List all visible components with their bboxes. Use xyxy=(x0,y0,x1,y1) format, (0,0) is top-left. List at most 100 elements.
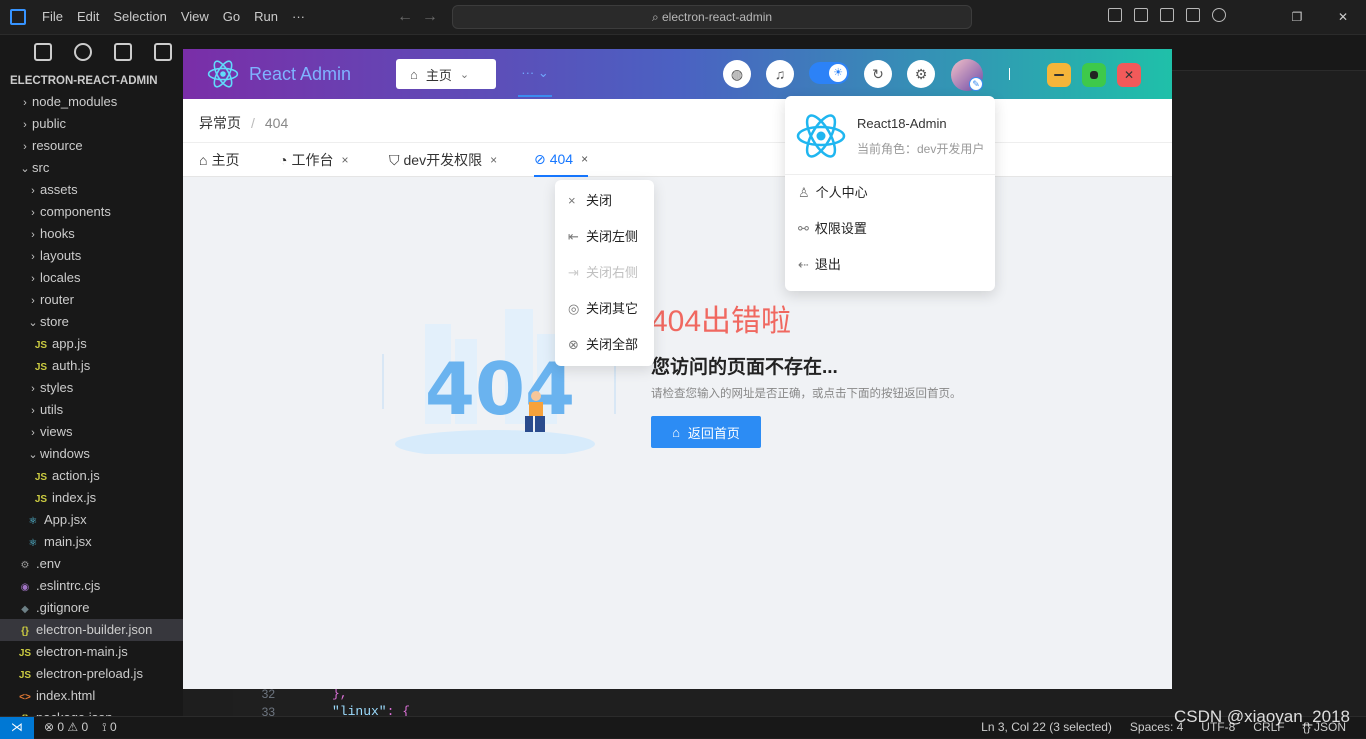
vscode-window-controls: ❐ ✕ xyxy=(1274,0,1366,34)
close-button[interactable]: ✕ xyxy=(1117,63,1141,87)
tree-item[interactable]: ⌄ windows xyxy=(0,443,183,465)
theme-toggle[interactable]: ☀ xyxy=(809,62,849,84)
tree-item[interactable]: › views xyxy=(0,421,183,443)
tab-404[interactable]: ⊘ 404 × xyxy=(534,142,589,177)
nav-arrows[interactable]: ← → xyxy=(397,8,438,26)
tree-item-label: electron-builder.json xyxy=(36,622,153,637)
js-file-icon: JS xyxy=(34,494,48,505)
tree-item[interactable]: › router xyxy=(0,289,183,311)
menu-edit[interactable]: Edit xyxy=(77,9,99,24)
close-icon[interactable]: × xyxy=(341,143,348,177)
menu-go[interactable]: Go xyxy=(223,9,240,24)
tree-item[interactable]: ⌄ src xyxy=(0,157,183,179)
ports-indicator[interactable]: ⟟ 0 xyxy=(102,717,116,738)
tree-item[interactable]: ⚛ App.jsx xyxy=(0,509,183,531)
tree-item[interactable]: › layouts xyxy=(0,245,183,267)
tree-item-label: router xyxy=(40,292,74,307)
tab-dev-permission[interactable]: ⛉ dev开发权限 × xyxy=(389,143,497,177)
tree-item[interactable]: ◆ .gitignore xyxy=(0,597,183,619)
settings-icon[interactable]: ⚙ xyxy=(907,60,935,88)
tree-item[interactable]: JS electron-main.js xyxy=(0,641,183,663)
remote-indicator-icon[interactable]: ⋊ xyxy=(0,717,34,739)
menu-selection[interactable]: Selection xyxy=(113,9,166,24)
tree-item-label: action.js xyxy=(52,468,100,483)
toggle-sidebar-icon[interactable] xyxy=(1108,8,1122,22)
tree-item[interactable]: JS action.js xyxy=(0,465,183,487)
menu-permissions[interactable]: ⚯ 权限设置 xyxy=(785,211,995,247)
menu-more[interactable]: ··· xyxy=(292,9,305,24)
chevron-right-icon: › xyxy=(23,119,27,131)
chevron-down-icon: ⌄ xyxy=(537,65,549,80)
ctx-close-left[interactable]: ⇤ 关闭左侧 xyxy=(555,221,654,257)
restore-icon[interactable]: ❐ xyxy=(1274,0,1320,34)
tree-item[interactable]: ⚙ .env xyxy=(0,553,183,575)
home-icon: ⌂ xyxy=(672,424,680,440)
watermark: CSDN @xiaoyan_2018 xyxy=(1173,707,1350,726)
tab-workbench[interactable]: ◔ 工作台 × xyxy=(279,143,348,177)
back-home-button[interactable]: ⌂ 返回首页 xyxy=(651,416,761,448)
toggle-panel-icon[interactable] xyxy=(1134,8,1148,22)
ctx-close-all[interactable]: ⊗ 关闭全部 xyxy=(555,329,654,365)
close-window-icon[interactable]: ✕ xyxy=(1320,0,1366,34)
tree-item[interactable]: JS index.js xyxy=(0,487,183,509)
code-editor[interactable]: }, "linux": { xyxy=(300,685,1000,719)
language-globe-icon[interactable]: ◍ xyxy=(723,60,751,88)
tree-item[interactable]: {} electron-builder.json xyxy=(0,619,183,641)
source-control-icon[interactable] xyxy=(114,43,132,61)
extensions-icon[interactable] xyxy=(154,43,172,61)
ctx-close-others[interactable]: ◎ 关闭其它 xyxy=(555,293,654,329)
tree-item-label: views xyxy=(40,424,73,439)
menu-label: 退出 xyxy=(814,257,841,272)
tree-item[interactable]: ⌄ store xyxy=(0,311,183,333)
ctx-label: 关闭全部 xyxy=(586,337,639,352)
tree-item[interactable]: › node_modules xyxy=(0,91,183,113)
tree-item[interactable]: › styles xyxy=(0,377,183,399)
menu-run[interactable]: Run xyxy=(254,9,278,24)
refresh-icon[interactable]: ↻ xyxy=(864,60,892,88)
tree-item[interactable]: › public xyxy=(0,113,183,135)
problems-indicator[interactable]: ⊗ 0 ⚠ 0 xyxy=(44,717,88,738)
breadcrumb-item[interactable]: 异常页 xyxy=(199,115,241,131)
tree-item[interactable]: › components xyxy=(0,201,183,223)
cursor-position[interactable]: Ln 3, Col 22 (3 selected) xyxy=(981,717,1112,738)
tree-item[interactable]: JS electron-preload.js xyxy=(0,663,183,685)
close-icon[interactable]: × xyxy=(490,143,497,177)
tree-item[interactable]: › hooks xyxy=(0,223,183,245)
tree-item[interactable]: JS app.js xyxy=(0,333,183,355)
tree-item[interactable]: ◉ .eslintrc.cjs xyxy=(0,575,183,597)
menu-file[interactable]: File xyxy=(42,9,63,24)
tree-item-label: public xyxy=(32,116,66,131)
tree-item[interactable]: › resource xyxy=(0,135,183,157)
settings-gear-icon[interactable] xyxy=(1212,8,1226,22)
chevron-right-icon: › xyxy=(31,185,35,197)
tree-item[interactable]: › locales xyxy=(0,267,183,289)
ctx-close[interactable]: × 关闭 xyxy=(555,185,654,221)
ctx-close-right[interactable]: ⇥ 关闭右侧 xyxy=(555,257,654,293)
forbidden-icon: ⊘ xyxy=(534,151,546,167)
tab-home[interactable]: ⌂ 主页 xyxy=(199,143,239,177)
tree-item[interactable]: ⚛ main.jsx xyxy=(0,531,183,553)
search-icon[interactable] xyxy=(74,43,92,61)
command-center-search[interactable]: ⌕ electron-react-admin xyxy=(452,5,972,29)
tree-item[interactable]: › utils xyxy=(0,399,183,421)
tree-item-label: App.jsx xyxy=(44,512,87,527)
tree-item[interactable]: JS auth.js xyxy=(0,355,183,377)
toggle-secondary-sidebar-icon[interactable] xyxy=(1160,8,1174,22)
customize-layout-icon[interactable] xyxy=(1186,8,1200,22)
minimize-button[interactable] xyxy=(1047,63,1071,87)
explorer-icon[interactable] xyxy=(34,43,52,61)
jsx-file-icon: ⚛ xyxy=(28,538,38,549)
menu-profile[interactable]: ♙ 个人中心 xyxy=(785,175,995,211)
menu-logout[interactable]: ⇠ 退出 xyxy=(785,247,995,283)
ctx-label: 关闭其它 xyxy=(586,301,639,316)
ctx-label: 关闭 xyxy=(586,193,613,208)
notification-bell-icon[interactable]: ♫ xyxy=(766,60,794,88)
menu-view[interactable]: View xyxy=(181,9,209,24)
close-icon[interactable]: × xyxy=(581,142,588,176)
tree-item[interactable]: › assets xyxy=(0,179,183,201)
user-dropdown: React18-Admin 当前角色：dev开发用户 ♙ 个人中心 ⚯ 权限设置 ⇠… xyxy=(785,96,995,291)
home-menu-select[interactable]: ⌂ 主页 ⌄ xyxy=(396,59,496,89)
more-menu[interactable]: ··· ⌄ xyxy=(518,59,552,97)
tree-item[interactable]: <> index.html xyxy=(0,685,183,707)
maximize-button[interactable] xyxy=(1082,63,1106,87)
